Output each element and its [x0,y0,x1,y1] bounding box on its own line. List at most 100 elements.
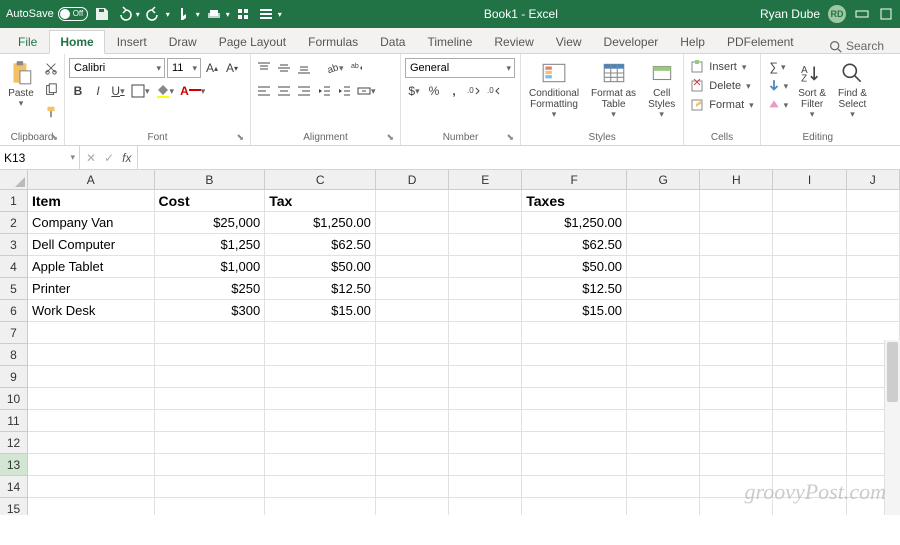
delete-cells-button[interactable]: Delete▾ [688,77,752,95]
name-box[interactable]: K13 [0,146,80,169]
decrease-decimal-button[interactable]: .0 [485,81,503,101]
cell[interactable] [773,410,846,432]
touch-mode-icon[interactable] [176,6,192,22]
cell[interactable] [376,212,449,234]
cell[interactable]: Company Van [28,212,155,234]
tab-home[interactable]: Home [49,30,104,54]
row-header[interactable]: 8 [0,344,28,366]
cell[interactable] [28,432,155,454]
cell[interactable] [376,432,449,454]
dialog-launcher-icon[interactable]: ⬊ [236,132,244,143]
search-box[interactable]: Search [829,39,892,53]
column-header[interactable]: E [449,170,522,190]
italic-button[interactable]: I [89,81,107,101]
cell[interactable] [627,454,700,476]
cell[interactable] [773,432,846,454]
dialog-launcher-icon[interactable]: ⬊ [506,132,514,143]
column-header[interactable]: A [28,170,155,190]
cell[interactable] [627,388,700,410]
cell[interactable] [376,454,449,476]
row-header[interactable]: 9 [0,366,28,388]
column-header[interactable]: B [155,170,266,190]
cell[interactable] [449,256,522,278]
cell[interactable] [155,454,266,476]
cell[interactable] [155,432,266,454]
cell[interactable] [449,278,522,300]
cell[interactable] [522,344,627,366]
cell[interactable] [700,410,773,432]
cell[interactable]: $50.00 [522,256,627,278]
cell[interactable]: $12.50 [522,278,627,300]
cell[interactable]: $15.00 [522,300,627,322]
cell[interactable]: Dell Computer [28,234,155,256]
cell[interactable] [265,432,376,454]
cell[interactable]: $250 [155,278,266,300]
tab-file[interactable]: File [8,31,47,53]
cell[interactable] [700,388,773,410]
cell[interactable]: $62.50 [522,234,627,256]
column-header[interactable]: G [627,170,700,190]
cell[interactable] [376,300,449,322]
align-middle-button[interactable] [275,58,293,78]
tab-view[interactable]: View [546,31,592,53]
cell[interactable] [773,278,846,300]
cell[interactable] [773,322,846,344]
cell[interactable] [28,498,155,515]
cell[interactable] [265,344,376,366]
cell[interactable] [847,234,900,256]
row-header[interactable]: 3 [0,234,28,256]
border-button[interactable]: ▾ [129,81,152,101]
cell[interactable] [627,498,700,515]
cell[interactable] [376,234,449,256]
cell[interactable] [700,344,773,366]
cell[interactable] [449,300,522,322]
row-header[interactable]: 14 [0,476,28,498]
tab-developer[interactable]: Developer [594,31,669,53]
cell[interactable] [449,498,522,515]
cell[interactable]: Work Desk [28,300,155,322]
cell[interactable] [376,498,449,515]
increase-font-button[interactable]: A▴ [203,58,221,78]
cell[interactable] [847,212,900,234]
row-header[interactable]: 4 [0,256,28,278]
cell[interactable] [522,432,627,454]
vertical-scrollbar[interactable] [884,340,900,515]
cell[interactable] [773,454,846,476]
accounting-format-button[interactable]: $▾ [405,81,423,101]
cell[interactable] [449,388,522,410]
cell[interactable] [28,476,155,498]
cell[interactable] [449,454,522,476]
clear-button[interactable]: ▾ [765,96,791,114]
cell[interactable] [28,454,155,476]
cell[interactable] [773,256,846,278]
row-header[interactable]: 2 [0,212,28,234]
cell[interactable] [700,300,773,322]
spell-check-icon[interactable] [236,6,252,22]
cell[interactable] [700,256,773,278]
cell[interactable] [449,212,522,234]
decrease-indent-button[interactable] [315,81,333,101]
font-size-select[interactable]: 11 [167,58,201,78]
format-painter-button[interactable] [42,102,60,122]
fill-button[interactable]: ▾ [765,77,791,95]
cell[interactable]: Item [28,190,155,212]
conditional-formatting-button[interactable]: Conditional Formatting▾ [525,58,583,122]
format-as-table-button[interactable]: Format as Table▾ [587,58,640,122]
cell[interactable] [376,322,449,344]
cell[interactable] [155,388,266,410]
cell[interactable] [265,366,376,388]
cell[interactable] [376,344,449,366]
cell[interactable] [847,190,900,212]
font-name-select[interactable]: Calibri [69,58,165,78]
find-select-button[interactable]: Find & Select▾ [834,58,871,122]
cell[interactable] [847,278,900,300]
save-icon[interactable] [94,6,110,22]
row-header[interactable]: 15 [0,498,28,515]
cell[interactable] [700,190,773,212]
cell[interactable] [700,234,773,256]
autosum-button[interactable]: ∑▾ [765,58,791,76]
cell[interactable]: Printer [28,278,155,300]
cell[interactable] [265,322,376,344]
cell[interactable] [522,388,627,410]
tab-formulas[interactable]: Formulas [298,31,368,53]
